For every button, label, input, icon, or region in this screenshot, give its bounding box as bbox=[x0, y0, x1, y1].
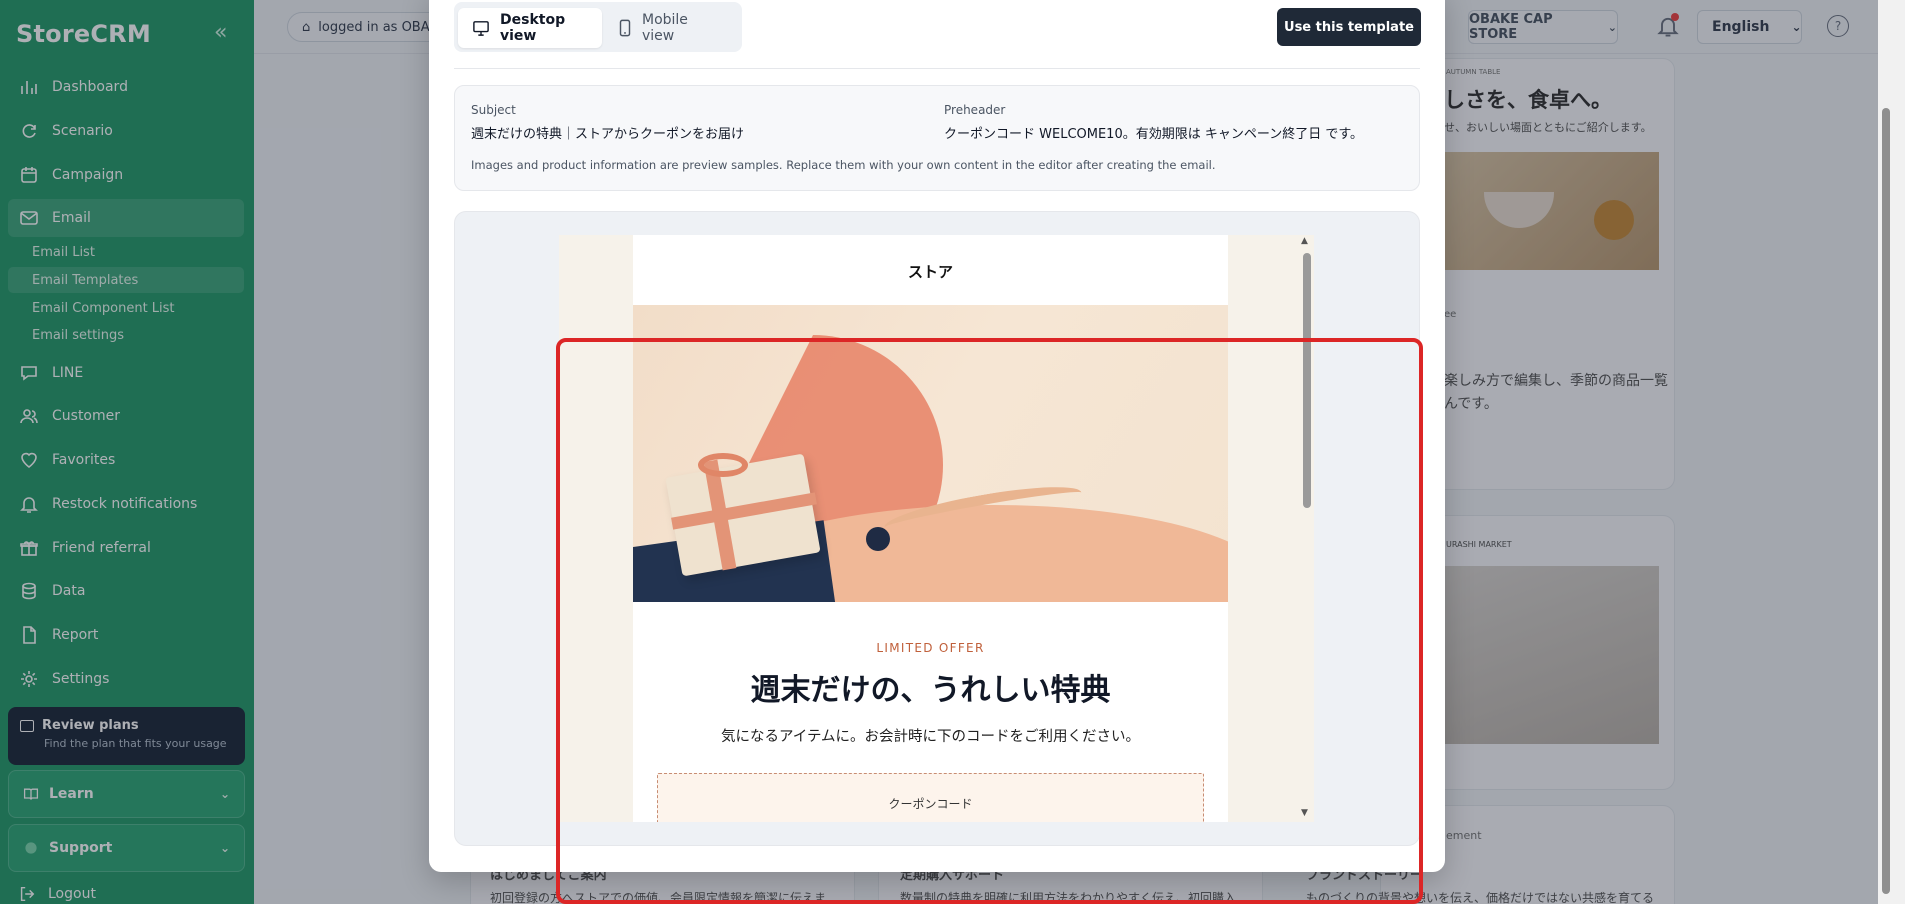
preview-note: Images and product information are previ… bbox=[471, 158, 1216, 172]
divider bbox=[454, 68, 1420, 69]
email-store-name: ストア bbox=[907, 263, 953, 281]
preheader-value: クーポンコード WELCOME10。有効期限は キャンペーン終了日 です。 bbox=[944, 127, 1364, 142]
view-toggle: Desktop view Mobile view bbox=[454, 2, 742, 52]
page-scrollbar[interactable] bbox=[1878, 0, 1905, 904]
highlight-box bbox=[556, 338, 1423, 904]
subject-value: 週末だけの特典｜ストアからクーポンをお届け bbox=[471, 127, 745, 142]
tab-desktop-view[interactable]: Desktop view bbox=[458, 8, 602, 48]
page-scrollbar-thumb[interactable] bbox=[1882, 108, 1890, 894]
tab-label: Desktop view bbox=[500, 12, 566, 44]
monitor-icon bbox=[472, 20, 490, 36]
scroll-up-arrow-icon[interactable]: ▲ bbox=[1301, 236, 1308, 246]
tab-mobile-view[interactable]: Mobile view bbox=[604, 8, 738, 48]
tab-label: Mobile view bbox=[642, 12, 688, 44]
preheader-label: Preheader bbox=[944, 103, 1006, 117]
email-meta-panel: Subject 週末だけの特典｜ストアからクーポンをお届け Preheader … bbox=[454, 85, 1420, 191]
subject-label: Subject bbox=[471, 103, 516, 117]
phone-icon bbox=[618, 19, 632, 37]
use-template-button[interactable]: Use this template bbox=[1277, 8, 1421, 46]
